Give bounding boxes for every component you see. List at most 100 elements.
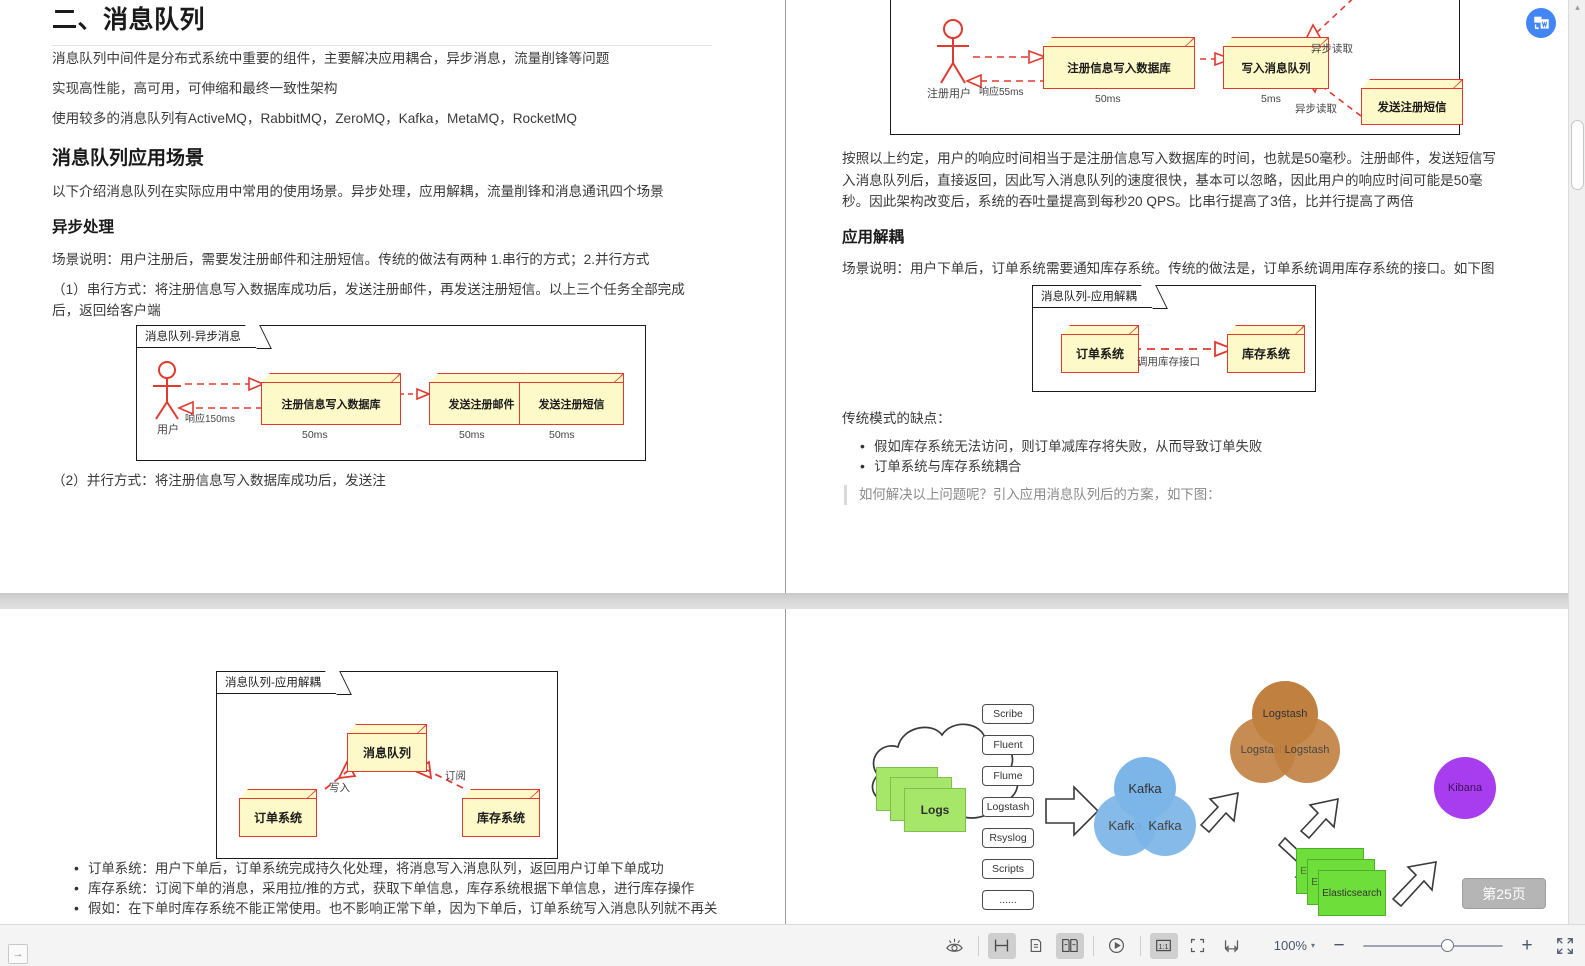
box-stock-system: 库存系统 [462, 789, 540, 837]
single-page-glyph [1026, 937, 1045, 954]
actual-size-icon[interactable]: 1:1 [1150, 933, 1178, 959]
actor-label: 用户 [157, 421, 179, 437]
response-time-label: 响应55ms [979, 83, 1023, 98]
logstash-label: Logstash [1285, 744, 1330, 756]
double-page-icon[interactable] [1056, 933, 1084, 959]
list-item: 库存系统：订阅下单的消息，采用拉/推的方式，获取下单信息，库存系统根据下单信息，… [70, 879, 770, 899]
play-glyph [1107, 936, 1126, 955]
document-viewer[interactable]: 二、消息队列 消息队列中间件是分布式系统中重要的组件，主要解决应用耦合，异步消息… [0, 0, 1568, 924]
mq-benefits-list: 订单系统：用户下单后，订单系统完成持久化处理，将消息写入消息队列，返回用户订单下… [70, 859, 770, 919]
toolbar-separator [978, 936, 979, 956]
box-message-queue: 消息队列 [347, 724, 427, 772]
kafka-node-right: Kafka [1134, 794, 1196, 856]
application-window: 二、消息队列 消息队列中间件是分布式系统中重要的组件，主要解决应用耦合，异步消息… [0, 0, 1585, 966]
decouple-description: 场景说明：用户下单后，订单系统需要通知库存系统。传统的做法是，订单系统调用库存系… [842, 258, 1542, 279]
layout-mode-group [988, 933, 1084, 959]
eye-glyph [945, 937, 964, 954]
actual-size-glyph: 1:1 [1154, 937, 1173, 954]
box-label: 注册信息写入数据库 [1043, 46, 1195, 89]
zoom-in-button[interactable]: + [1513, 933, 1541, 959]
es-label: Elasticsearch [1322, 888, 1381, 899]
drawbacks-list: 假如库存系统无法访问，则订单减库存将失败，从而导致订单失败 订单系统与库存系统耦… [856, 437, 1536, 477]
kafka-label: Kafka [1148, 818, 1181, 833]
actor-label: 注册用户 [927, 85, 971, 101]
logstash-node-right: Logstash [1274, 717, 1340, 783]
diagram-async-serial: 消息队列-异步消息 [136, 325, 646, 461]
drawbacks-title: 传统模式的缺点： [842, 408, 951, 429]
list-item: 订单系统：用户下单后，订单系统完成持久化处理，将消息写入消息队列，返回用户订单下… [70, 859, 770, 879]
box-time-label: 50ms [302, 429, 328, 441]
edge-label: 调用库存接口 [1137, 354, 1200, 369]
heading-async: 异步处理 [52, 215, 114, 237]
page-number-badge: 第25页 [1462, 878, 1546, 909]
list-item: 订单系统与库存系统耦合 [856, 457, 1536, 477]
box-time-label: 5ms [1261, 93, 1281, 105]
list-item: 假如库存系统无法访问，则订单减库存将失败，从而导致订单失败 [856, 437, 1536, 457]
kibana-label: Kibana [1448, 782, 1482, 794]
diagram-elk-architecture: Logs Logs Logs Scribe Fluent Flume Logst… [786, 609, 1568, 924]
eye-icon[interactable] [941, 933, 969, 959]
box-time-label: 50ms [459, 429, 485, 441]
intro-paragraph-3: 使用较多的消息队列有ActiveMQ，RabbitMQ，ZeroMQ，Kafka… [52, 108, 712, 129]
kibana-node: Kibana [1434, 757, 1496, 819]
zoom-slider-track [1363, 945, 1503, 947]
box-write-db: 注册信息写入数据库 [1043, 37, 1195, 89]
svg-text:1:1: 1:1 [1159, 942, 1169, 951]
fit-height-glyph [992, 937, 1011, 954]
page-gap-horizontal [0, 593, 1568, 609]
scene-intro: 以下介绍消息队列在实际应用中常用的使用场景。异步处理，应用解耦，流量削锋和消息通… [52, 181, 752, 202]
intro-paragraph-1: 消息队列中间件是分布式系统中重要的组件，主要解决应用耦合，异步消息，流量削锋等问… [52, 48, 712, 69]
box-write-db: 注册信息写入数据库 [261, 373, 401, 425]
heading-scene: 消息队列应用场景 [52, 143, 204, 170]
page-right-top: 注册用户 响应55ms 注册信息写入数据库 50ms 写入消息队列 5ms 发送… [786, 0, 1568, 593]
page-right-bottom: Logs Logs Logs Scribe Fluent Flume Logst… [786, 609, 1568, 924]
zoom-level-value: 100% [1274, 938, 1307, 953]
box-label: 库存系统 [462, 798, 540, 837]
throughput-paragraph: 按照以上约定，用户的响应时间相当于是注册信息写入数据库的时间，也就是50毫秒。注… [842, 148, 1502, 213]
zoom-out-button[interactable]: − [1325, 933, 1353, 959]
box-stock-system: 库存系统 [1227, 325, 1305, 373]
vertical-scrollbar-thumb[interactable] [1571, 120, 1584, 190]
box-label: 订单系统 [1061, 334, 1139, 373]
box-order-system: 订单系统 [239, 789, 317, 837]
vertical-scrollbar[interactable]: ▴ [1568, 0, 1585, 924]
edge-label-write: 写入 [329, 780, 350, 795]
toolbar-separator [1140, 936, 1141, 956]
play-icon[interactable] [1103, 933, 1131, 959]
response-time-label: 响应150ms [185, 410, 235, 425]
zoom-control-group: 100% ▾ − + [1274, 933, 1579, 959]
bottom-toolbar: → [0, 924, 1585, 966]
chevron-down-icon: ▾ [1311, 941, 1315, 950]
box-label: 消息队列 [347, 733, 427, 772]
box-order-system: 订单系统 [1061, 325, 1139, 373]
async-description: 场景说明：用户注册后，需要发注册邮件和注册短信。传统的做法有两种 1.串行的方式… [52, 249, 752, 270]
expand-panel-button[interactable]: → [8, 944, 28, 964]
fit-height-icon[interactable] [988, 933, 1016, 959]
zoom-out-label: − [1333, 935, 1344, 957]
zoom-slider-knob[interactable] [1441, 939, 1454, 952]
export-to-word-button[interactable] [1526, 8, 1556, 38]
diagram-mq-async: 注册用户 响应55ms 注册信息写入数据库 50ms 写入消息队列 5ms 发送… [890, 0, 1460, 135]
box-label: 订单系统 [239, 798, 317, 837]
zoom-in-label: + [1521, 935, 1532, 957]
fit-width-icon[interactable] [1218, 933, 1246, 959]
scroll-up-arrow[interactable]: ▴ [1571, 0, 1584, 14]
quote-block: 如何解决以上问题呢？引入应用消息队列后的方案，如下图： [844, 485, 1524, 505]
intro-paragraph-2: 实现高性能，高可用，可伸缩和最终一致性架构 [52, 78, 712, 99]
zoom-slider[interactable] [1363, 939, 1503, 953]
elasticsearch-card-front: Elasticsearch [1318, 870, 1386, 916]
box-label: 注册信息写入数据库 [261, 382, 401, 425]
serial-description: （1）串行方式：将注册信息写入数据库成功后，发送注册邮件，再发送注册短信。以上三… [52, 279, 712, 321]
fit-page-icon[interactable] [1184, 933, 1212, 959]
double-page-glyph [1060, 937, 1079, 954]
fit-page-glyph [1188, 937, 1207, 954]
box-time-label: 50ms [1095, 93, 1121, 105]
fullscreen-icon[interactable] [1551, 933, 1579, 959]
zoom-level-dropdown[interactable]: 100% ▾ [1274, 938, 1315, 953]
box-label: 库存系统 [1227, 334, 1305, 373]
box-time-label: 50ms [549, 429, 575, 441]
page-left-bottom: 消息队列-应用解耦 消息队列 订单系统 库存系统 [0, 609, 785, 924]
diagram-decouple-mq: 消息队列-应用解耦 消息队列 订单系统 库存系统 [216, 671, 558, 859]
single-page-icon[interactable] [1022, 933, 1050, 959]
title-rule [52, 45, 712, 46]
